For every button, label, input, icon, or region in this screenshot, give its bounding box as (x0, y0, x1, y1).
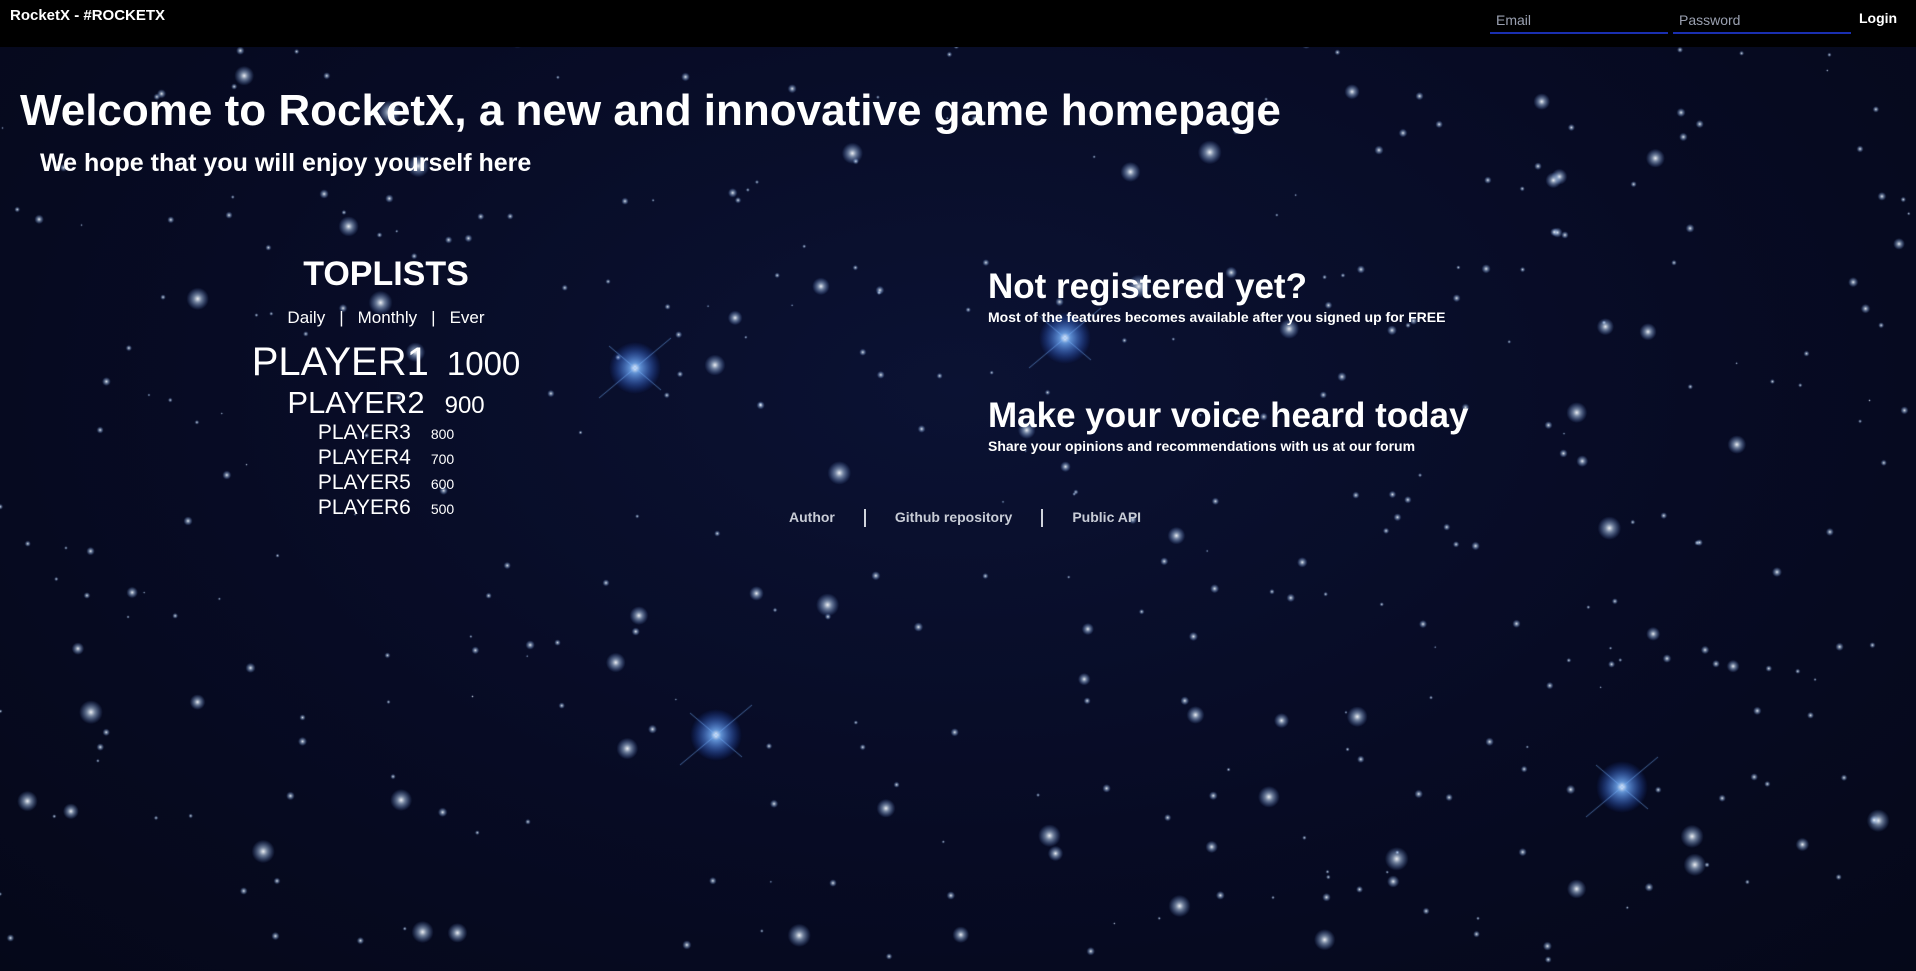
register-promo-title: Not registered yet? (988, 267, 1307, 306)
player-name: PLAYER3 (317, 421, 411, 444)
leaderboard-row: PLAYER5 600 (186, 471, 586, 496)
player-score: 700 (430, 451, 455, 467)
tab-separator: | (339, 308, 344, 327)
leaderboard-row: PLAYER4 700 (186, 446, 586, 471)
toplists-panel: TOPLISTS Daily | Monthly | Ever PLAYER1 1000… (186, 255, 586, 521)
register-promo: Not registered yet? Most of the features… (988, 267, 1445, 325)
toplists-title: TOPLISTS (303, 255, 469, 293)
player-name: PLAYER2 (287, 385, 425, 420)
password-input[interactable] (1673, 8, 1851, 34)
player-score: 600 (430, 476, 455, 492)
register-promo-text: Most of the features becomes available a… (988, 309, 1446, 325)
public-api-link[interactable]: Public API (1072, 509, 1141, 525)
player-name: PLAYER5 (317, 471, 411, 494)
footer-divider (863, 509, 866, 528)
author-link[interactable]: Author (789, 509, 835, 525)
github-repository-link[interactable]: Github repository (895, 509, 1012, 525)
tab-ever[interactable]: Ever (450, 308, 485, 327)
top-navbar: RocketX - #ROCKETX Login (0, 0, 1916, 47)
email-input[interactable] (1490, 8, 1668, 34)
player-name: PLAYER1 (251, 340, 429, 384)
player-score: 1000 (446, 345, 521, 382)
player-score: 500 (430, 501, 455, 517)
forum-promo: Make your voice heard today Share your o… (988, 396, 1468, 454)
main-content: Welcome to RocketX, a new and innovative… (0, 0, 1916, 971)
leaderboard-row: PLAYER6 500 (186, 496, 586, 521)
player-score: 900 (444, 392, 485, 419)
leaderboard-row: PLAYER3 800 (186, 421, 586, 446)
player-score: 800 (430, 426, 455, 442)
hero-title: Welcome to RocketX, a new and innovative… (20, 86, 1281, 135)
leaderboard-row: PLAYER2 900 (186, 385, 586, 421)
login-button[interactable]: Login (1859, 10, 1897, 26)
footer-divider (1041, 509, 1044, 528)
site-brand[interactable]: RocketX - #ROCKETX (10, 7, 165, 24)
player-name: PLAYER6 (317, 496, 411, 519)
footer-links: Author Github repository Public API (789, 509, 1141, 528)
tab-monthly[interactable]: Monthly (358, 308, 418, 327)
tab-separator: | (431, 308, 436, 327)
player-name: PLAYER4 (317, 446, 411, 469)
tab-daily[interactable]: Daily (287, 308, 325, 327)
toplist-tabs: Daily | Monthly | Ever (186, 308, 586, 328)
forum-promo-text: Share your opinions and recommendations … (988, 438, 1416, 454)
forum-promo-title: Make your voice heard today (988, 396, 1469, 435)
hero-subtitle: We hope that you will enjoy yourself her… (40, 149, 532, 177)
leaderboard-row: PLAYER1 1000 (186, 340, 586, 385)
